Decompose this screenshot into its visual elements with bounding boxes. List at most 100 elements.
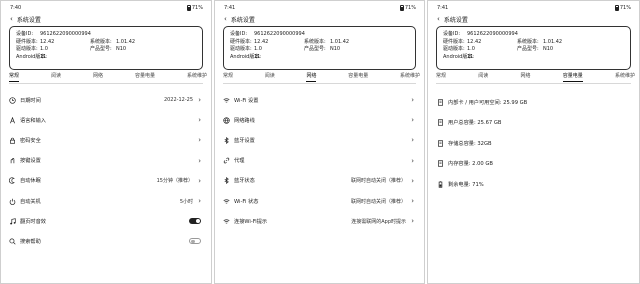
status-time: 7:41 bbox=[437, 5, 449, 11]
item-label: 自动关机 bbox=[20, 198, 41, 205]
settings-item[interactable]: Wi-Fi 设置 › bbox=[223, 90, 414, 110]
tab-0[interactable]: 常规 bbox=[436, 72, 446, 82]
settings-item[interactable]: 语言和输入 › bbox=[9, 110, 201, 130]
chevron-right-icon[interactable]: › bbox=[411, 116, 414, 124]
settings-item: 用户总容量: 25.67 GB bbox=[437, 113, 629, 134]
chevron-right-icon[interactable]: › bbox=[411, 217, 414, 225]
title-bar: ‹ 系统设置 bbox=[10, 14, 41, 24]
item-label: 日期时间 bbox=[20, 97, 41, 104]
battery-status: 71% bbox=[186, 4, 203, 12]
page-title: 系统设置 bbox=[230, 16, 255, 24]
item-label: 按键设置 bbox=[20, 158, 41, 165]
settings-item[interactable]: 自动休眠 15分钟（推荐） › bbox=[9, 171, 201, 191]
battery-icon bbox=[399, 5, 404, 11]
settings-tabs: 常规 阅读 网络 容量电量 系统维护 bbox=[223, 72, 420, 82]
item-label: Wi-Fi 状态 bbox=[234, 198, 259, 205]
item-value: 连接需联网的App时提示 bbox=[351, 218, 406, 225]
item-label: 连接Wi-Fi提示 bbox=[234, 218, 268, 225]
item-label: Wi-Fi 设置 bbox=[234, 97, 259, 104]
settings-item[interactable]: 网络路线 › bbox=[223, 110, 414, 130]
settings-item[interactable]: 日期时间 2022-12-25 › bbox=[9, 90, 201, 110]
tab-2[interactable]: 网络 bbox=[520, 72, 530, 82]
settings-item[interactable]: 连接Wi-Fi提示 连接需联网的App时提示 › bbox=[223, 211, 414, 231]
tab-divider bbox=[436, 83, 631, 84]
status-time: 7:40 bbox=[10, 5, 22, 11]
tab-2[interactable]: 网络 bbox=[93, 72, 103, 82]
storage-info: 用户总容量: 25.67 GB bbox=[448, 119, 501, 126]
bluetooth-icon bbox=[223, 177, 230, 185]
info-row: 设备ID: 9612622090000994 bbox=[230, 30, 415, 38]
item-value: 联网时自动关闭（推荐） bbox=[350, 198, 406, 205]
status-bar: 7:41 71% bbox=[428, 4, 639, 12]
tab-2[interactable]: 网络 bbox=[306, 72, 317, 82]
chevron-right-icon[interactable]: › bbox=[198, 157, 201, 165]
item-value: 71% bbox=[472, 181, 484, 188]
item-label: 内存容量: bbox=[448, 161, 473, 168]
tab-1[interactable]: 阅读 bbox=[478, 72, 488, 82]
tab-4[interactable]: 系统维护 bbox=[187, 72, 207, 82]
tab-1[interactable]: 阅读 bbox=[51, 72, 61, 82]
battery-icon bbox=[437, 181, 444, 188]
tab-3[interactable]: 容量电量 bbox=[135, 72, 155, 82]
settings-item: 剩余电量: 71% bbox=[437, 174, 629, 195]
item-label: 语言和输入 bbox=[20, 117, 46, 124]
item-label: 用户总容量: bbox=[448, 120, 478, 127]
tab-3[interactable]: 容量电量 bbox=[562, 72, 583, 82]
storage-icon bbox=[437, 160, 444, 167]
item-label: 存储总容量: bbox=[448, 140, 478, 147]
storage-info: 内部卡 / 用户可用空间: 25.99 GB bbox=[448, 99, 527, 106]
link-icon bbox=[223, 157, 230, 164]
chevron-right-icon[interactable]: › bbox=[198, 197, 201, 205]
wifi-icon bbox=[223, 218, 230, 225]
settings-item[interactable]: 蓝牙设置 › bbox=[223, 130, 414, 150]
settings-item[interactable]: 搜索帮助 bbox=[9, 231, 201, 251]
chevron-right-icon[interactable]: › bbox=[411, 136, 414, 144]
tab-divider bbox=[223, 83, 416, 84]
search-icon bbox=[9, 238, 16, 245]
tab-4[interactable]: 系统维护 bbox=[615, 72, 635, 82]
settings-list: 日期时间 2022-12-25 › 语言和输入 › 密码安全 › 按键设置 › 自动休眠 15分钟（… bbox=[9, 90, 201, 252]
chevron-right-icon[interactable]: › bbox=[411, 177, 414, 185]
chevron-right-icon[interactable]: › bbox=[198, 96, 201, 104]
info-row: Android版本: 11 bbox=[230, 53, 415, 61]
tab-3[interactable]: 容量电量 bbox=[348, 72, 368, 82]
chevron-right-icon[interactable]: › bbox=[411, 96, 414, 104]
tab-4[interactable]: 系统维护 bbox=[400, 72, 420, 82]
chevron-right-icon[interactable]: › bbox=[411, 197, 414, 205]
back-icon[interactable]: ‹ bbox=[224, 15, 227, 23]
settings-item[interactable]: 密码安全 › bbox=[9, 130, 201, 150]
back-icon[interactable]: ‹ bbox=[437, 15, 440, 23]
settings-item[interactable]: 翻页时音效 bbox=[9, 211, 201, 231]
chevron-right-icon[interactable]: › bbox=[198, 116, 201, 124]
settings-item[interactable]: 自动关机 5小时 › bbox=[9, 191, 201, 211]
chevron-right-icon[interactable]: › bbox=[198, 136, 201, 144]
battery-status: 71% bbox=[399, 4, 416, 12]
info-value: 11 bbox=[254, 53, 261, 60]
storage-icon bbox=[437, 99, 444, 106]
settings-item[interactable]: Wi-Fi 状态 联网时自动关闭（推荐） › bbox=[223, 191, 414, 211]
storage-icon bbox=[437, 140, 444, 147]
back-icon[interactable]: ‹ bbox=[10, 15, 13, 23]
settings-panel-network: 7:41 71% ‹ 系统设置 设备ID: 9612622090000994 硬件版本: 12… bbox=[214, 0, 425, 284]
device-info-card: 设备ID: 9612622090000994 硬件版本: 12.42 系统版本: 1.01… bbox=[9, 26, 203, 70]
battery-icon bbox=[614, 5, 619, 11]
bluetooth-icon bbox=[223, 136, 230, 144]
tab-0[interactable]: 常规 bbox=[223, 72, 233, 82]
settings-item[interactable]: 代理 › bbox=[223, 151, 414, 171]
item-value: 15分钟（推荐） bbox=[156, 178, 193, 185]
settings-item[interactable]: 按键设置 › bbox=[9, 151, 201, 171]
chevron-right-icon[interactable]: › bbox=[411, 157, 414, 165]
chevron-right-icon[interactable]: › bbox=[198, 177, 201, 185]
toggle-switch[interactable] bbox=[189, 238, 201, 245]
settings-tabs: 常规 阅读 网络 容量电量 系统维护 bbox=[436, 72, 635, 82]
item-label: 密码安全 bbox=[20, 137, 41, 144]
info-row: 硬件版本: 12.42 系统版本: 1.01.42 bbox=[16, 38, 202, 46]
tab-0[interactable]: 常规 bbox=[9, 72, 20, 82]
storage-info: 内存容量: 2.00 GB bbox=[448, 160, 493, 167]
settings-item: 内存容量: 2.00 GB bbox=[437, 154, 629, 175]
settings-list: 内部卡 / 用户可用空间: 25.99 GB 用户总容量: 25.67 GB 存储总… bbox=[437, 92, 629, 195]
settings-item[interactable]: 蓝牙状态 联网时自动关闭（推荐） › bbox=[223, 171, 414, 191]
wifi-icon bbox=[223, 97, 230, 104]
toggle-switch[interactable] bbox=[189, 218, 201, 225]
tab-1[interactable]: 阅读 bbox=[265, 72, 275, 82]
